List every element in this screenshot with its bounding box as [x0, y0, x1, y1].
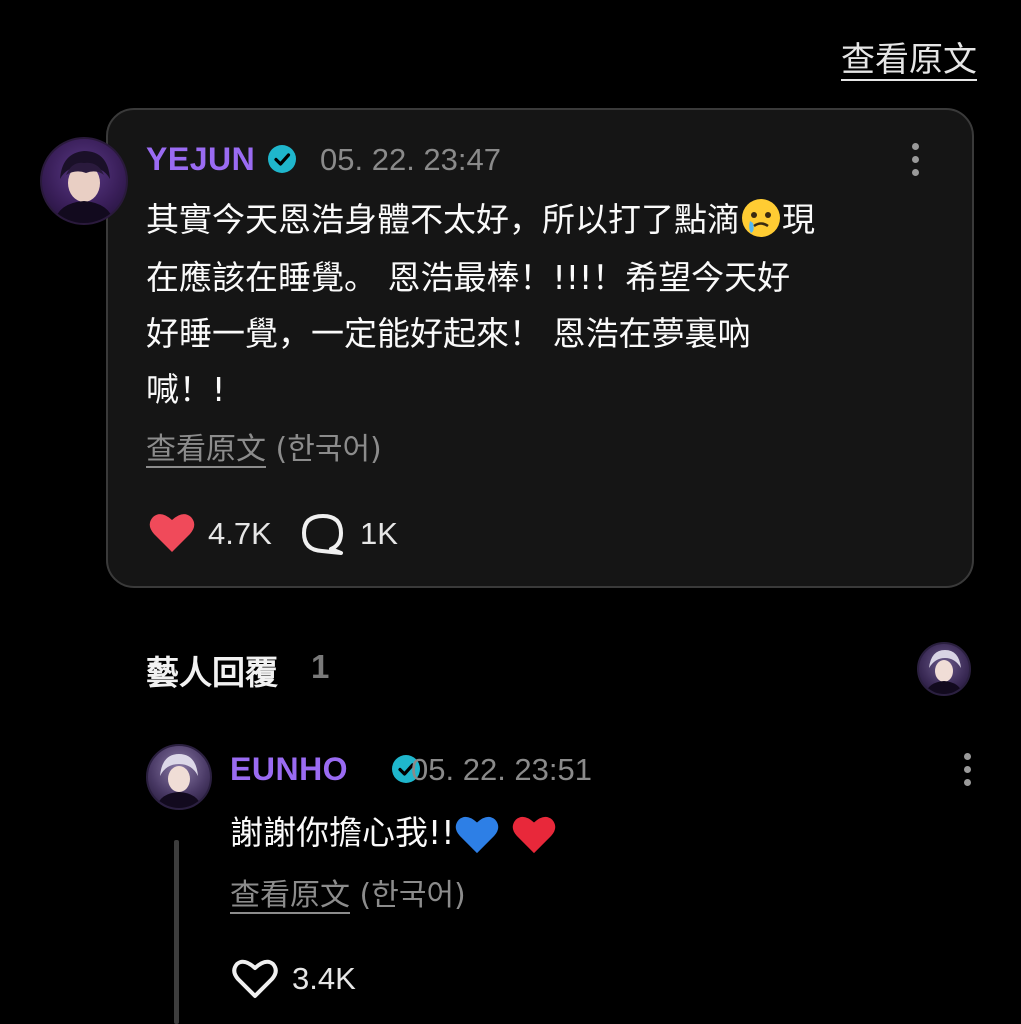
artist-replies-title: 藝人回覆: [146, 653, 278, 692]
post-line: 在應該在睡覺。 恩浩最棒！!!!！希望今天好: [146, 257, 791, 297]
blue-heart-icon: [454, 813, 500, 857]
avatar-eunho[interactable]: [146, 744, 212, 810]
reply-author[interactable]: EUNHO: [230, 751, 348, 788]
post-translate: 查看原文 (한국어): [146, 424, 382, 468]
post-more-icon[interactable]: [912, 143, 920, 182]
post-body: 其實今天恩浩身體不太好，所以打了點滴現 在應該在睡覺。 恩浩最棒！!!!！希望今…: [146, 192, 946, 418]
avatar-image: [156, 754, 202, 808]
avatar-yejun[interactable]: [40, 137, 128, 225]
post-view-original-link[interactable]: 查看原文: [146, 432, 266, 467]
verified-badge-icon: [268, 145, 296, 173]
reply-more-icon[interactable]: [964, 753, 972, 792]
artist-avatar-small[interactable]: [917, 642, 971, 696]
post-like-count: 4.7K: [208, 516, 272, 551]
face-holding-back-tears-icon: [740, 194, 782, 250]
comment-bubble-icon: [302, 514, 343, 555]
post-line: 其實今天恩浩身體不太好，所以打了點滴現: [146, 192, 946, 250]
avatar-image: [54, 151, 114, 223]
reply-timestamp: 05. 22. 23:51: [411, 752, 592, 787]
post-line: 好睡一覺，一定能好起來！ 恩浩在夢裏吶: [146, 313, 751, 353]
post-comment-count: 1K: [360, 516, 398, 551]
reply-view-original-link[interactable]: 查看原文: [230, 878, 350, 913]
heart-outline-icon: [232, 959, 278, 998]
view-original-link[interactable]: 查看原文: [841, 32, 977, 81]
post-timestamp: 05. 22. 23:47: [320, 142, 501, 177]
reply-like-button[interactable]: [231, 956, 279, 1004]
reply-translate: 查看原文 (한국어): [230, 870, 466, 914]
comment-button[interactable]: [300, 512, 346, 560]
artist-replies-count: 1: [311, 648, 330, 685]
reply-language: (한국어): [359, 878, 466, 913]
red-heart-icon: [511, 813, 557, 857]
thread-line: [174, 840, 179, 1024]
post-language: (한국어): [275, 432, 382, 467]
heart-filled-icon: [149, 514, 195, 552]
like-button[interactable]: [148, 510, 196, 558]
reply-body: 謝謝你擔心我!!: [230, 806, 557, 857]
post-line: 喊！!: [146, 369, 226, 409]
post-author[interactable]: YEJUN: [146, 141, 255, 178]
reply-like-count: 3.4K: [292, 961, 356, 996]
avatar-image: [925, 650, 963, 694]
